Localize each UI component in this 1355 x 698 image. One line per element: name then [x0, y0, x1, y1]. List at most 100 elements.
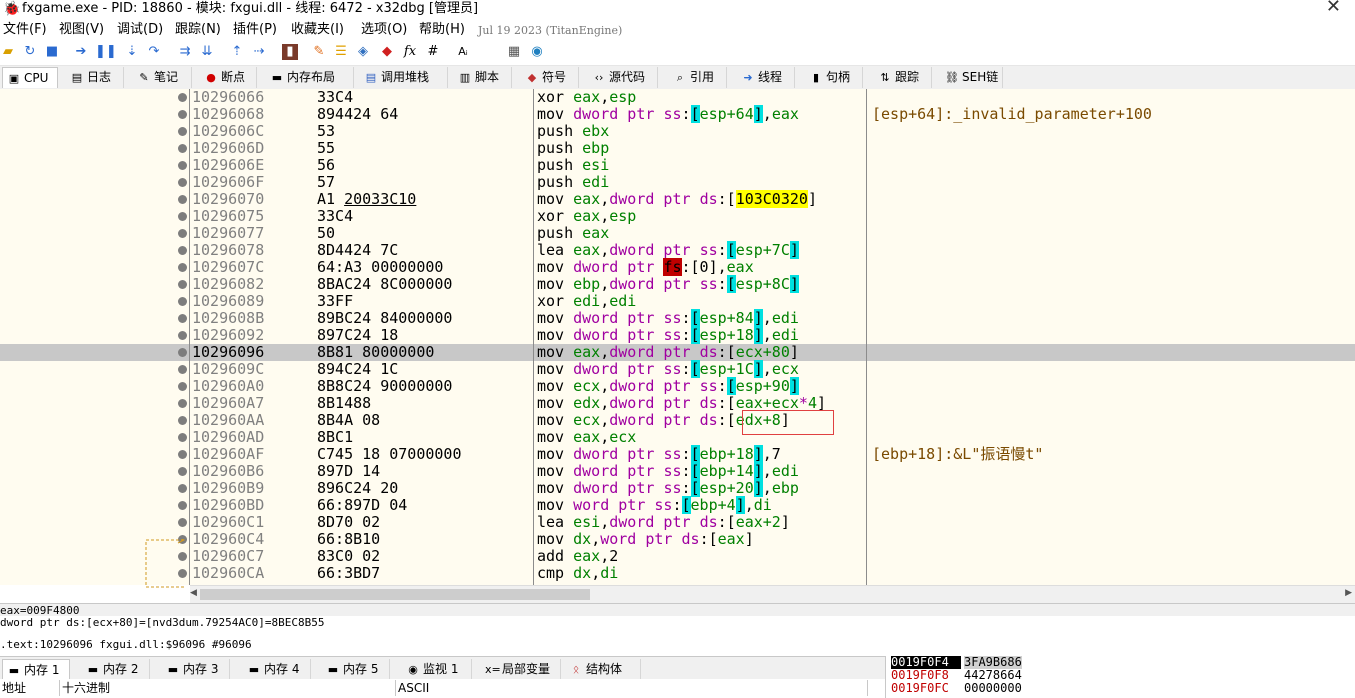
disasm-row[interactable]: 10296082 8BAC24 8C000000 mov ebp,dword ptr…	[0, 275, 1355, 293]
tab-threads[interactable]: ➜ 线程	[737, 67, 795, 88]
tab-watch-1[interactable]: ◉ 监视 1	[402, 659, 472, 680]
disasm-row[interactable]: 102960B9 896C24 20 mov dword ptr ss:[esp+2…	[0, 479, 1355, 497]
disasm-row[interactable]: 1029606E 56 push esi	[0, 157, 1355, 174]
tab-dump-5[interactable]: ▬ 内存 5	[322, 659, 390, 680]
disasm-row[interactable]: 102960CA 66:3BD7 cmp dx,di	[0, 565, 1355, 582]
disasm-row[interactable]: 102960AF C745 18 07000000 mov dword ptr ss…	[0, 445, 1355, 463]
disasm-row[interactable]: 1029606C 53 push ebx	[0, 123, 1355, 140]
tab-notes[interactable]: ✎ 笔记	[133, 67, 192, 88]
font-icon[interactable]: Aᵢ	[455, 44, 471, 60]
breakpoint-dot-icon[interactable]	[178, 399, 187, 408]
tab-symbols[interactable]: ◆ 符号	[521, 67, 579, 88]
tab-script[interactable]: ▥ 脚本	[454, 67, 512, 88]
breakpoint-dot-icon[interactable]	[178, 382, 187, 391]
disasm-row[interactable]: 10296096 8B81 80000000 mov eax,dword ptr d…	[0, 344, 1355, 361]
tab-dump-3[interactable]: ▬ 内存 3	[162, 659, 230, 680]
breakpoint-dot-icon[interactable]	[178, 331, 187, 340]
breakpoint-dot-icon[interactable]	[178, 450, 187, 459]
breakpoint-dot-icon[interactable]	[178, 110, 187, 119]
breakpoint-dot-icon[interactable]	[178, 314, 187, 323]
column-address[interactable]: 地址	[0, 680, 60, 696]
breakpoint-dot-icon[interactable]	[178, 229, 187, 238]
step-into-icon[interactable]: ⇣	[124, 44, 140, 60]
restart-icon[interactable]: ↻	[22, 44, 38, 60]
disasm-row[interactable]: 10296068 894424 64 mov dword ptr ss:[esp+6…	[0, 105, 1355, 123]
tab-trace[interactable]: ⇅ 跟踪	[874, 67, 932, 88]
breakpoint-dot-icon[interactable]	[178, 501, 187, 510]
menu-view[interactable]: 视图(V)	[59, 22, 104, 38]
comment-icon[interactable]: ☰	[333, 44, 349, 60]
breakpoint-dot-icon[interactable]	[178, 195, 187, 204]
breakpoint-dot-icon[interactable]	[178, 297, 187, 306]
disasm-row[interactable]: 10296075 33C4 xor eax,esp	[0, 208, 1355, 225]
menu-help[interactable]: 帮助(H)	[419, 22, 465, 38]
disasm-row[interactable]: 102960A0 8B8C24 90000000 mov ecx,dword ptr…	[0, 377, 1355, 395]
disasm-row[interactable]: 102960C4 66:8B10 mov dx,word ptr ds:[eax]	[0, 531, 1355, 548]
run-icon[interactable]: ➔	[73, 44, 89, 60]
bookmark-icon[interactable]: ◆	[379, 44, 395, 60]
disasm-row[interactable]: 1029608B 89BC24 84000000 mov dword ptr ss:…	[0, 309, 1355, 327]
breakpoint-dot-icon[interactable]	[178, 484, 187, 493]
pause-icon[interactable]: ❚❚	[95, 44, 117, 60]
label-icon[interactable]: ◈	[355, 44, 371, 60]
menu-trace[interactable]: 跟踪(N)	[175, 22, 221, 38]
disasm-row[interactable]: 102960A7 8B1488 mov edx,dword ptr ds:[eax+…	[0, 395, 1355, 412]
disasm-row[interactable]: 10296092 897C24 18 mov dword ptr ss:[esp+1…	[0, 326, 1355, 344]
breakpoint-dot-icon[interactable]	[178, 127, 187, 136]
scrollbar-thumb[interactable]	[200, 589, 590, 600]
horizontal-scrollbar[interactable]: ◀ ▶	[190, 585, 1355, 603]
breakpoint-dot-icon[interactable]	[178, 416, 187, 425]
tab-dump-1[interactable]: ▬ 内存 1	[2, 659, 70, 680]
tab-dump-2[interactable]: ▬ 内存 2	[82, 659, 150, 680]
disasm-row[interactable]: 10296089 33FF xor edi,edi	[0, 293, 1355, 310]
disasm-row[interactable]: 1029606D 55 push ebp	[0, 140, 1355, 157]
tab-memory-map[interactable]: ▬ 内存布局	[266, 67, 354, 88]
tab-breakpoints[interactable]: ● 断点	[200, 67, 257, 88]
disasm-row[interactable]: 10296078 8D4424 7C lea eax,dword ptr ss:[e…	[0, 241, 1355, 259]
disasm-row[interactable]: 102960BD 66:897D 04 mov word ptr ss:[ebp+4…	[0, 496, 1355, 514]
breakpoint-dot-icon[interactable]	[178, 518, 187, 527]
breakpoint-dot-icon[interactable]	[178, 263, 187, 272]
disasm-row[interactable]: 1029606F 57 push edi	[0, 174, 1355, 191]
run-to-user-code-icon[interactable]: ⇢	[251, 44, 267, 60]
breakpoint-dot-icon[interactable]	[178, 178, 187, 187]
scroll-left-icon[interactable]: ◀	[190, 588, 197, 598]
hash-icon[interactable]: #	[425, 44, 441, 60]
breakpoint-dot-icon[interactable]	[178, 467, 187, 476]
disasm-row[interactable]: 10296077 50 push eax	[0, 225, 1355, 242]
tab-references[interactable]: ⌕ 引用	[669, 67, 727, 88]
disasm-row[interactable]: 1029607C 64:A3 00000000 mov dword ptr fs:[…	[0, 258, 1355, 276]
breakpoint-dot-icon[interactable]	[178, 365, 187, 374]
execute-till-return-icon[interactable]: ⇡	[229, 44, 245, 60]
tab-cpu[interactable]: ▣ CPU	[2, 67, 58, 88]
step-over-icon[interactable]: ↷	[146, 44, 162, 60]
menu-debug[interactable]: 调试(D)	[117, 22, 163, 38]
function-icon[interactable]: fx	[402, 44, 418, 60]
disasm-row[interactable]: 102960C1 8D70 02 lea esi,dword ptr ds:[eax…	[0, 514, 1355, 531]
breakpoint-dot-icon[interactable]	[178, 433, 187, 442]
scroll-right-icon[interactable]: ▶	[1345, 588, 1352, 598]
stack-row[interactable]: 0019F0F4 3FA9B686	[886, 656, 1355, 669]
menu-plugins[interactable]: 插件(P)	[233, 22, 277, 38]
patch-icon[interactable]: ✎	[311, 44, 327, 60]
trace-over-icon[interactable]: ⇊	[199, 44, 215, 60]
breakpoint-dot-icon[interactable]	[178, 161, 187, 170]
breakpoint-dot-icon[interactable]	[178, 144, 187, 153]
menu-options[interactable]: 选项(O)	[361, 22, 407, 38]
tab-locals[interactable]: x=局部变量	[481, 659, 561, 680]
breakpoint-dot-icon[interactable]	[178, 348, 187, 357]
tab-call-stack[interactable]: ▤ 调用堆栈	[360, 67, 448, 88]
tab-handles[interactable]: ▮ 句柄	[805, 67, 863, 88]
disasm-row[interactable]: 102960B6 897D 14 mov dword ptr ss:[ebp+14]…	[0, 462, 1355, 480]
stack-row[interactable]: 0019F0FC 00000000	[886, 682, 1355, 695]
disasm-row[interactable]: 102960C7 83C0 02 add eax,2	[0, 548, 1355, 565]
stop-icon[interactable]: ■	[44, 44, 60, 60]
tab-seh-chain[interactable]: ⛓ SEH链	[941, 67, 1003, 88]
column-ascii[interactable]: ASCII	[396, 680, 868, 696]
tab-log[interactable]: ▤ 日志	[66, 67, 124, 88]
close-icon[interactable]: ✕	[1326, 0, 1341, 16]
tab-struct[interactable]: ᛟ 结构体	[565, 659, 641, 680]
scylla-icon[interactable]: ▮	[282, 44, 298, 60]
column-hex[interactable]: 十六进制	[60, 680, 396, 696]
trace-into-icon[interactable]: ⇉	[177, 44, 193, 60]
